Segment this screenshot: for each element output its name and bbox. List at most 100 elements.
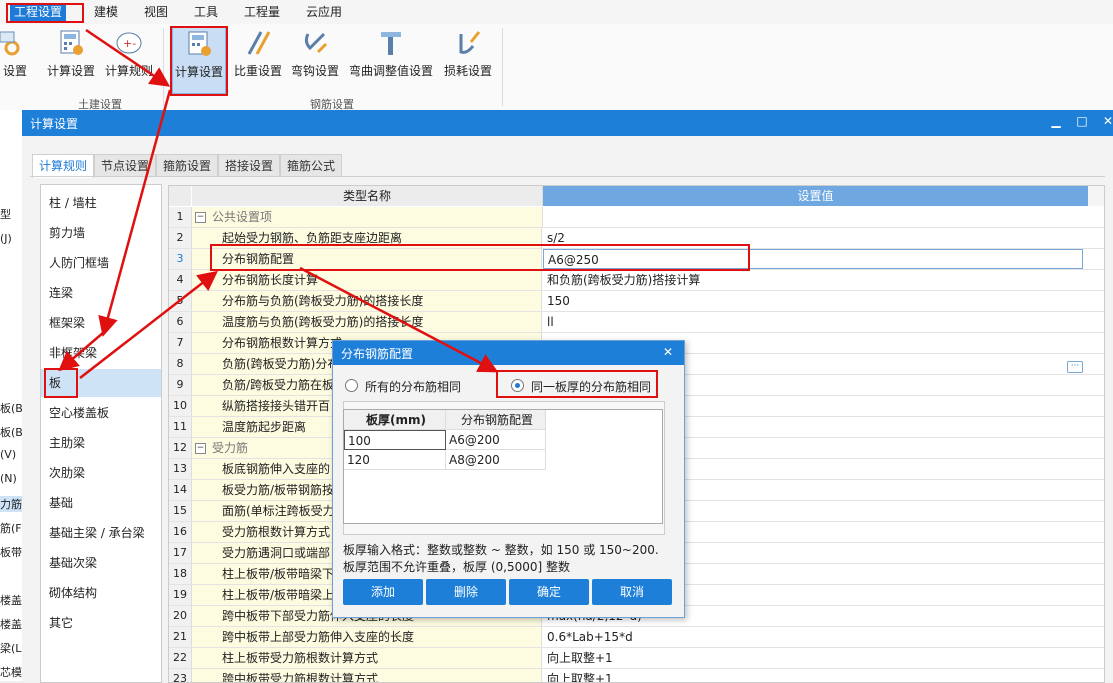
- cell-thickness[interactable]: 120: [344, 450, 446, 470]
- category-item[interactable]: 框架梁: [41, 309, 161, 337]
- menu-quantities[interactable]: 工程量: [240, 3, 284, 21]
- svg-text:+-: +-: [123, 37, 136, 50]
- table-row[interactable]: 3 分布钢筋配置 A6@250: [169, 249, 1104, 270]
- category-item[interactable]: 基础: [41, 489, 161, 517]
- category-item[interactable]: 基础主梁 / 承台梁: [41, 519, 161, 547]
- ellipsis-button[interactable]: ···: [1067, 361, 1083, 373]
- table-row[interactable]: 5 分布筋与负筋(跨板受力筋)的搭接长度 150: [169, 291, 1104, 312]
- delete-button[interactable]: 删除: [426, 579, 506, 605]
- add-button[interactable]: 添加: [343, 579, 423, 605]
- category-item[interactable]: 非框架梁: [41, 339, 161, 367]
- collapse-icon[interactable]: −: [195, 212, 206, 223]
- ribbon-partial-settings-button[interactable]: 设置: [0, 26, 30, 92]
- row-number: 6: [169, 312, 192, 332]
- tree-fragment: (J): [0, 232, 12, 245]
- tree-fragment: 楼盖: [0, 594, 22, 607]
- tab-calc-rules[interactable]: 计算规则: [32, 154, 95, 178]
- row-number: 4: [169, 270, 192, 290]
- tree-fragment: (N): [0, 472, 17, 485]
- tab-stirrup-settings[interactable]: 箍筋设置: [156, 154, 219, 177]
- category-item[interactable]: 其它: [41, 609, 161, 637]
- minimize-icon[interactable]: ▁: [1048, 114, 1064, 128]
- row-number: 12: [169, 438, 192, 458]
- setting-value[interactable]: 150: [543, 291, 1087, 311]
- thickness-table: 板厚(mm) 分布钢筋配置 100 A6@200 120 A8@200: [343, 409, 663, 524]
- bend-adjust-settings-button[interactable]: 弯曲调整值设置: [348, 26, 434, 92]
- dialog-titlebar: 计算设置 ▁ □ ✕: [22, 110, 1113, 136]
- setting-value[interactable]: 和负筋(跨板受力筋)搭接计算: [543, 270, 1087, 290]
- rebar-calc-settings-button[interactable]: 计算设置: [172, 26, 226, 94]
- table-row[interactable]: 22 柱上板带受力筋根数计算方式 向上取整+1: [169, 648, 1104, 669]
- category-item[interactable]: 板: [41, 369, 161, 397]
- cell-config[interactable]: A8@200: [446, 450, 546, 470]
- menu-modeling[interactable]: 建模: [90, 3, 122, 21]
- menu-bar: 工程设置 建模 视图 工具 工程量 云应用: [0, 0, 1113, 25]
- dialog-title: 计算设置: [30, 117, 79, 131]
- setting-value[interactable]: 向上取整+1: [543, 648, 1087, 668]
- menu-tools[interactable]: 工具: [190, 3, 222, 21]
- rebar-loss-icon: [459, 31, 481, 54]
- close-icon[interactable]: ✕: [663, 345, 673, 359]
- setting-value[interactable]: [543, 207, 1087, 227]
- menu-project-settings[interactable]: 工程设置: [10, 3, 67, 21]
- tree-fragment: 筋(F: [0, 522, 22, 535]
- row-number: 2: [169, 228, 192, 248]
- category-item[interactable]: 基础次梁: [41, 549, 161, 577]
- sub-dialog-titlebar: 分布钢筋配置 ✕: [333, 341, 684, 365]
- category-item[interactable]: 空心楼盖板: [41, 399, 161, 427]
- cell-config[interactable]: A6@200: [446, 430, 546, 450]
- maximize-icon[interactable]: □: [1074, 114, 1090, 128]
- tab-stirrup-formula[interactable]: 箍筋公式: [280, 154, 343, 177]
- row-number: 14: [169, 480, 192, 500]
- table-row[interactable]: 2 起始受力钢筋、负筋距支座边距离 s/2: [169, 228, 1104, 249]
- table-row[interactable]: 4 分布钢筋长度计算 和负筋(跨板受力筋)搭接计算: [169, 270, 1104, 291]
- hook-settings-button[interactable]: 弯钩设置: [288, 26, 342, 92]
- grid-header-name: 类型名称: [192, 186, 543, 206]
- row-number: 1: [169, 207, 192, 227]
- category-item[interactable]: 人防门框墙: [41, 249, 161, 277]
- category-item[interactable]: 次肋梁: [41, 459, 161, 487]
- menu-cloud[interactable]: 云应用: [302, 3, 346, 21]
- row-number: 13: [169, 459, 192, 479]
- collapse-icon[interactable]: −: [195, 443, 206, 454]
- radio-same-thickness[interactable]: [511, 379, 524, 392]
- setting-value[interactable]: 0.6*Lab+15*d: [543, 627, 1087, 647]
- grid-scrollbar[interactable]: [1088, 186, 1104, 206]
- table-row[interactable]: 6 温度筋与负筋(跨板受力筋)的搭接长度 ll: [169, 312, 1104, 333]
- category-item[interactable]: 剪力墙: [41, 219, 161, 247]
- tree-fragment: 板(B: [0, 402, 23, 415]
- category-item[interactable]: 连梁: [41, 279, 161, 307]
- setting-value[interactable]: A6@250: [543, 249, 1083, 269]
- menu-view[interactable]: 视图: [140, 3, 172, 21]
- tab-node-settings[interactable]: 节点设置: [94, 154, 157, 177]
- loss-settings-button[interactable]: 损耗设置: [440, 26, 496, 92]
- grid-header-value: 设置值: [543, 186, 1088, 206]
- civil-calc-settings-button[interactable]: 计算设置: [44, 26, 98, 92]
- civil-calc-rules-button[interactable]: +- 计算规则: [102, 26, 156, 92]
- calc-rules-icon: +-: [116, 32, 142, 54]
- tree-fragment: 楼盖: [0, 618, 22, 631]
- ok-button[interactable]: 确定: [509, 579, 589, 605]
- row-number: 11: [169, 417, 192, 437]
- density-settings-button[interactable]: 比重设置: [232, 26, 284, 92]
- close-icon[interactable]: ✕: [1100, 114, 1113, 128]
- cell-thickness[interactable]: 100: [344, 430, 446, 450]
- row-number: 20: [169, 606, 192, 626]
- group-header: − 公共设置项: [192, 207, 543, 227]
- category-item[interactable]: 主肋梁: [41, 429, 161, 457]
- setting-value[interactable]: ll: [543, 312, 1087, 332]
- setting-value[interactable]: s/2: [543, 228, 1087, 248]
- radio-all-same[interactable]: [345, 379, 358, 392]
- ribbon-separator: [502, 28, 503, 106]
- col-header-config: 分布钢筋配置: [446, 410, 546, 430]
- table-row[interactable]: 1− 公共设置项: [169, 207, 1104, 228]
- group-label: 受力筋: [212, 441, 249, 455]
- table-row[interactable]: 21 跨中板带上部受力筋伸入支座的长度 0.6*Lab+15*d: [169, 627, 1104, 648]
- tree-fragment: 力筋: [0, 496, 22, 512]
- category-item[interactable]: 柱 / 墙柱: [41, 189, 161, 217]
- category-item[interactable]: 砌体结构: [41, 579, 161, 607]
- calculator-settings-icon: [60, 30, 83, 55]
- cancel-button[interactable]: 取消: [592, 579, 672, 605]
- background-tree-panel: 型 (J) 板(B 板(B (V) (N) 力筋 筋(F 板带 楼盖 楼盖 梁(…: [0, 110, 23, 681]
- tab-lap-settings[interactable]: 搭接设置: [218, 154, 281, 177]
